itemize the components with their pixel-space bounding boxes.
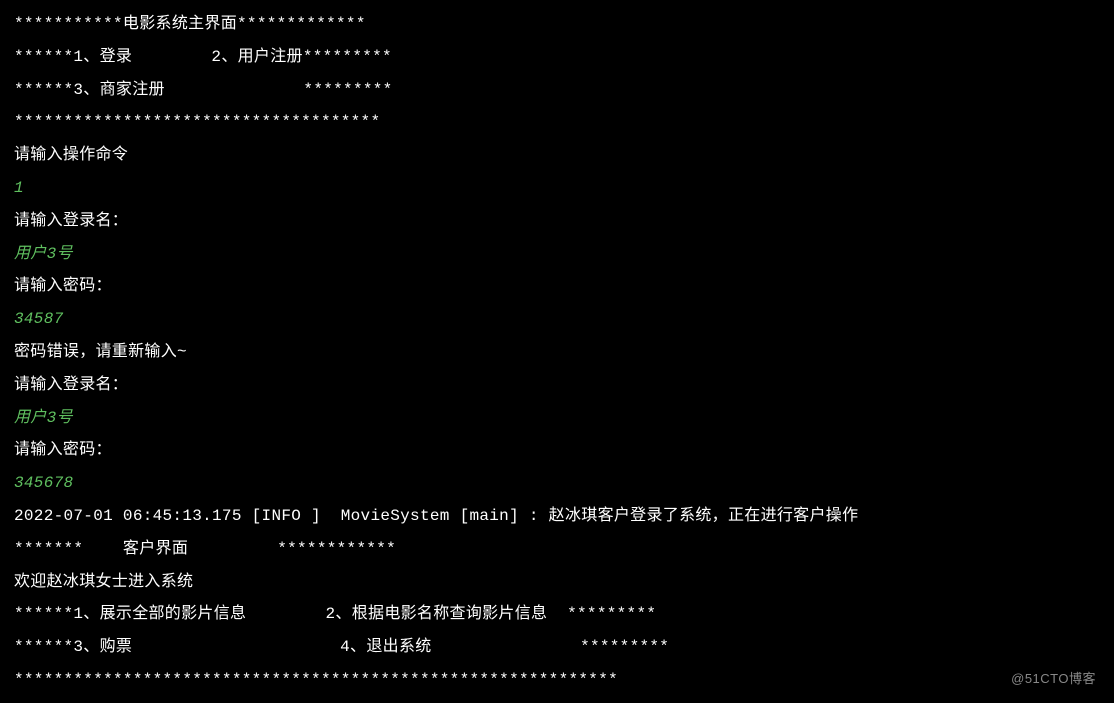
console-output-line: 欢迎赵冰琪女士进入系统 <box>14 566 1100 599</box>
console-input-line: 34587 <box>14 303 1100 336</box>
console-input-line: 1 <box>14 172 1100 205</box>
console-output-line: ******3、商家注册 ********* <box>14 74 1100 107</box>
console-output: ***********电影系统主界面*******************1、登… <box>14 8 1100 697</box>
console-output-line: 请输入密码： <box>14 434 1100 467</box>
console-output-line: ****************************************… <box>14 664 1100 697</box>
console-output-line: ***********电影系统主界面************* <box>14 8 1100 41</box>
console-output-line: ******3、购票 4、退出系统 ********* <box>14 631 1100 664</box>
console-output-line: 密码错误，请重新输入~ <box>14 336 1100 369</box>
console-output-line: 请输入登录名： <box>14 369 1100 402</box>
console-output-line: ******* 客户界面 ************ <box>14 533 1100 566</box>
console-input-line: 345678 <box>14 467 1100 500</box>
console-output-line: ******1、展示全部的影片信息 2、根据电影名称查询影片信息 *******… <box>14 598 1100 631</box>
console-input-line: 用户3号 <box>14 402 1100 435</box>
console-output-line: ************************************* <box>14 106 1100 139</box>
watermark: @51CTO博客 <box>1011 666 1096 693</box>
console-output-line: 请输入操作命令 <box>14 139 1100 172</box>
console-output-line: ******1、登录 2、用户注册********* <box>14 41 1100 74</box>
console-output-line: 请输入登录名： <box>14 205 1100 238</box>
console-output-line: 2022-07-01 06:45:13.175 [INFO ] MovieSys… <box>14 500 1100 533</box>
console-input-line: 用户3号 <box>14 238 1100 271</box>
console-output-line: 请输入密码： <box>14 270 1100 303</box>
